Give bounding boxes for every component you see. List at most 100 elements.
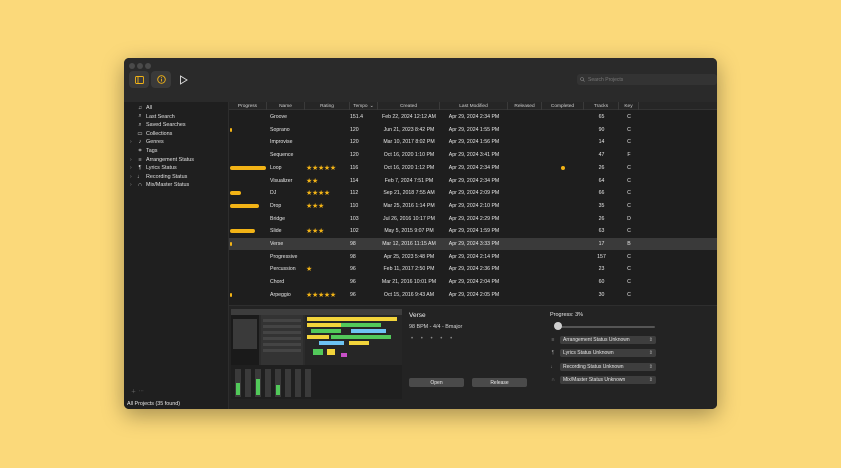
open-button[interactable]: Open [409, 378, 464, 387]
rating-cell[interactable]: ★★★ [306, 225, 351, 238]
tracks-count: 64 [598, 177, 605, 184]
rating-cell[interactable]: ★★★★★ [306, 162, 351, 175]
zoom-window-button[interactable] [145, 63, 151, 69]
star-rating: ★★★★★ [306, 291, 336, 299]
created-date: Sep 21, 2018 7:55 AM [383, 190, 435, 197]
project-name: Visualizer [270, 177, 293, 184]
column-header-label: Progress [237, 103, 258, 109]
rating-cell[interactable] [306, 250, 351, 263]
table-row[interactable]: Progressive 98 Apr 25, 2023 5:48 PM Apr 29,… [229, 250, 717, 263]
rating-cell[interactable] [306, 238, 351, 251]
tempo-value: 151.4 [350, 114, 363, 121]
chevron-right-icon[interactable]: › [130, 165, 134, 171]
sidebar-item-collections[interactable]: ▭ Collections [130, 130, 172, 138]
column-header-name[interactable]: Name [267, 102, 305, 110]
progress-slider-knob[interactable] [554, 322, 562, 330]
sidebar-item-mix-master-status[interactable]: › ∩ Mix/Master Status [130, 181, 189, 189]
table-row[interactable]: Chord 96 Mar 21, 2016 10:01 PM Apr 29, 2024… [229, 276, 717, 289]
close-window-button[interactable] [129, 63, 135, 69]
table-row[interactable]: DJ ★★★★ 112 Sep 21, 2018 7:55 AM Apr 29, 202… [229, 187, 717, 200]
rating-cell[interactable]: ★★ [306, 174, 351, 187]
table-row[interactable]: Arpeggio ★★★★★ 96 Oct 15, 2016 9:43 AM Apr 2… [229, 289, 717, 302]
progress-slider-track[interactable] [555, 326, 655, 328]
sidebar-item-saved-searches[interactable]: ⌕ Saved Searches [130, 121, 185, 129]
rating-cell[interactable]: ★★★★ [306, 187, 351, 200]
completed-cell [542, 263, 584, 276]
column-header-last-modified[interactable]: Last Modified [440, 102, 508, 110]
star-rating: ★★★★ [306, 190, 330, 198]
chevron-right-icon[interactable]: › [130, 157, 134, 163]
column-header-released[interactable]: Released [508, 102, 542, 110]
project-name: Arpeggio [270, 291, 291, 298]
play-button[interactable] [173, 71, 193, 88]
column-header-key[interactable]: Key [619, 102, 639, 110]
table-row[interactable]: Improvise 120 Mar 10, 2017 8:02 PM Apr 29, … [229, 136, 717, 149]
rating-cell[interactable] [306, 123, 351, 136]
status-select[interactable]: Recording Status Unknown ⇕ [560, 362, 656, 371]
rating-cell[interactable]: ★★★★★ [306, 289, 351, 302]
table-row[interactable]: Soprano 120 Jun 21, 2023 8:42 PM Apr 29, 20… [229, 123, 717, 136]
table-row[interactable]: Bridge 103 Jul 26, 2016 10:17 PM Apr 29, 20… [229, 212, 717, 225]
project-name: DJ [270, 190, 277, 197]
table-row[interactable]: Sequence 120 Oct 16, 2020 1:10 PM Apr 29, 2… [229, 149, 717, 162]
chevron-right-icon[interactable]: › [130, 182, 134, 188]
chevron-right-icon[interactable]: › [130, 139, 134, 145]
headphones-icon: ∩ [551, 377, 555, 383]
completed-cell [542, 289, 584, 302]
rating-cell[interactable]: ★ [306, 263, 351, 276]
release-button[interactable]: Release [472, 378, 527, 387]
sidebar-item-lyrics-status[interactable]: › ¶ Lyrics Status [130, 164, 177, 172]
sidebar-item-genres[interactable]: › ♪ Genres [130, 138, 164, 146]
tracks-count: 26 [598, 215, 605, 222]
rating-cell[interactable] [306, 212, 351, 225]
progress-cell [230, 187, 267, 200]
music-note-icon: ♫ [137, 105, 143, 111]
info-button[interactable] [151, 71, 171, 88]
sidebar-item-all[interactable]: ♫ All [130, 104, 152, 112]
sidebar-item-arrangement-status[interactable]: › ≡ Arrangement Status [130, 156, 194, 164]
column-header-tracks[interactable]: Tracks [584, 102, 619, 110]
column-header-tempo[interactable]: Tempo ⌄ [350, 102, 378, 110]
progress-cell [230, 200, 267, 213]
column-header-created[interactable]: Created [378, 102, 440, 110]
status-select[interactable]: Mix/Master Status Unknown ⇕ [560, 376, 656, 384]
rating-cell[interactable] [306, 136, 351, 149]
sidebar-item-tags[interactable]: ⌗ Tags [130, 147, 157, 155]
key-value: D [627, 215, 631, 222]
rating-cell[interactable]: ★★★ [306, 200, 351, 213]
created-date: Mar 10, 2017 8:02 PM [383, 139, 435, 146]
table-row[interactable]: Verse 98 Mar 12, 2016 11:15 AM Apr 29, 2024… [229, 237, 717, 251]
column-header-completed[interactable]: Completed [542, 102, 584, 110]
table-row[interactable]: Groove 151.4 Feb 22, 2024 12:12 AM Apr 29, … [229, 111, 717, 124]
microphone-icon: ♩ [137, 173, 143, 180]
sidebar-item-last-search[interactable]: ⌕ Last Search [130, 113, 174, 121]
status-select[interactable]: Arrangement Status Unknown ⇕ [560, 335, 656, 344]
chevron-right-icon[interactable]: › [130, 174, 134, 180]
sidebar-item-recording-status[interactable]: › ♩ Recording Status [130, 173, 187, 181]
tracks-count: 14 [598, 139, 605, 146]
table-row[interactable]: Percussion ★ 96 Feb 11, 2017 2:50 PM Apr 29,… [229, 263, 717, 276]
key-value: C [627, 291, 631, 298]
sidebar-toggle-button[interactable] [129, 71, 149, 88]
detail-subtitle: 98 BPM - 4/4 - Bmajor [409, 324, 463, 330]
completed-cell [542, 162, 584, 175]
status-select[interactable]: Lyrics Status Unknown ⇕ [560, 349, 656, 357]
rating-cell[interactable] [306, 111, 351, 124]
modified-date: Apr 29, 2024 1:56 PM [448, 139, 500, 146]
column-header-label: Rating [320, 103, 334, 109]
progress-bar [230, 203, 259, 208]
table-row[interactable]: Loop ★★★★★ 116 Oct 16, 2020 1:12 PM Apr 29, … [229, 162, 717, 175]
rating-cell[interactable] [306, 276, 351, 289]
minimize-window-button[interactable] [137, 63, 143, 69]
column-header-progress[interactable]: Progress [229, 102, 267, 110]
table-row[interactable]: Drop ★★★ 110 Mar 25, 2016 1:14 PM Apr 29, 20… [229, 200, 717, 213]
search-field[interactable]: Search Projects [577, 74, 717, 85]
table-row[interactable]: Visualizer ★★ 114 Feb 7, 2024 7:51 PM Apr 29… [229, 174, 717, 187]
progress-cell [230, 276, 267, 289]
progress-cell [230, 174, 267, 187]
saved-search-icon: ⌕ [138, 121, 142, 128]
column-header-rating[interactable]: Rating [305, 102, 350, 110]
table-row[interactable]: Slide ★★★ 102 May 5, 2015 9:07 PM Apr 29, 20… [229, 225, 717, 238]
detail-rating-dots[interactable]: • • • • • [411, 336, 455, 342]
rating-cell[interactable] [306, 149, 351, 162]
